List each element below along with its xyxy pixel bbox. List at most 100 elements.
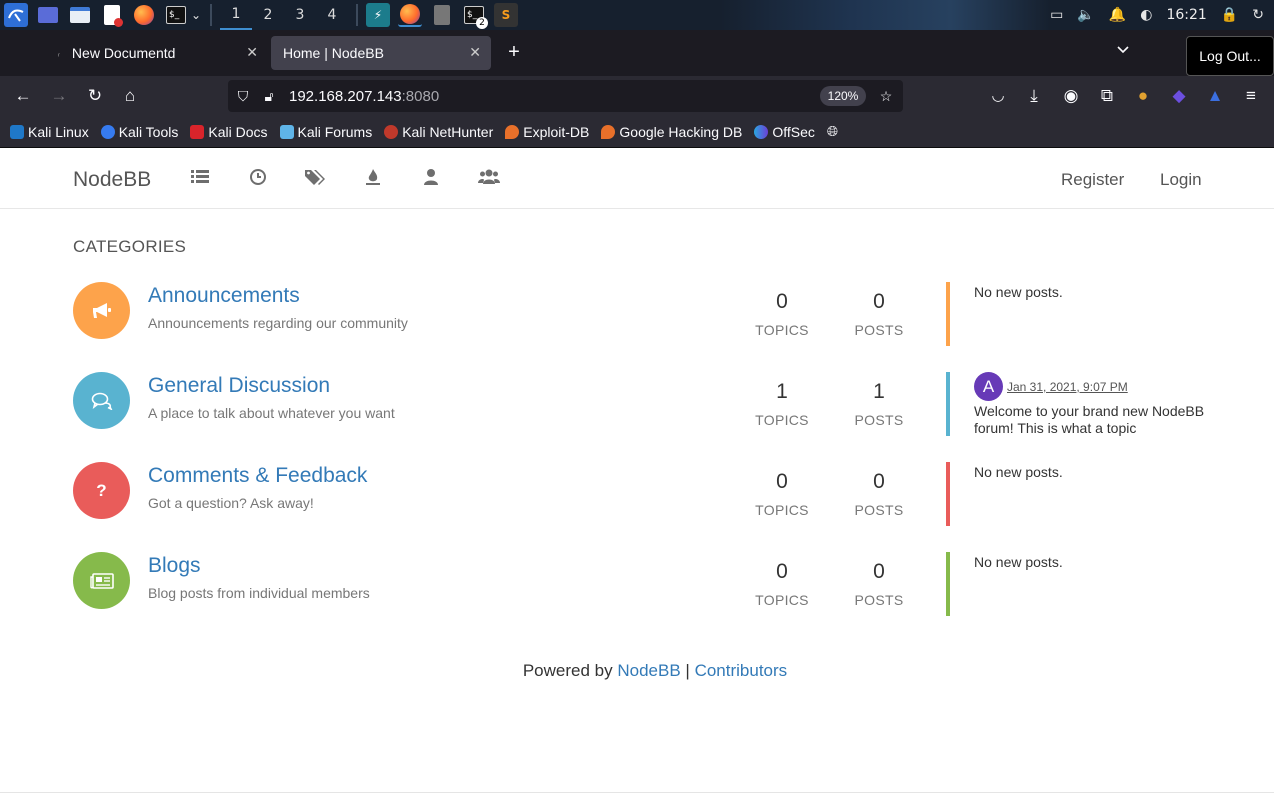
url-bar[interactable]: ⛉ 🔓︎ 192.168.207.143:8080 120% ☆	[228, 80, 903, 112]
pocket-icon[interactable]: ◡	[986, 84, 1010, 108]
forward-icon[interactable]: →	[47, 84, 71, 108]
category-title-link[interactable]: Blogs	[148, 554, 201, 578]
tab-new-document[interactable]: ᵣ New Documentd ✕	[46, 36, 268, 70]
menu-icon[interactable]: ≡	[1239, 84, 1263, 108]
workspace-3[interactable]: 3	[284, 0, 316, 30]
login-link[interactable]: Login	[1160, 170, 1202, 190]
insecure-lock-icon[interactable]: 🔓︎	[260, 87, 278, 105]
topics-stat: 0 TOPICS	[742, 560, 822, 608]
clock[interactable]: 16:21	[1166, 7, 1206, 23]
bookmark-kali-docs[interactable]: Kali Docs	[190, 124, 268, 140]
home-icon[interactable]: ⌂	[118, 84, 142, 108]
account-icon[interactable]: ◉	[1059, 84, 1083, 108]
burpsuite-icon[interactable]: ⚡	[366, 3, 390, 27]
exploit-db-icon	[505, 124, 520, 139]
tab-title: New Documentd	[71, 45, 176, 61]
bookmark-label: Kali NetHunter	[402, 123, 494, 140]
extensions-icon[interactable]: ⧉	[1095, 84, 1119, 108]
categories-list-icon[interactable]	[191, 168, 211, 188]
topics-count: 0	[776, 560, 788, 583]
bookmark-exploit-db[interactable]: Exploit-DB	[505, 124, 589, 140]
logout-icon[interactable]: ↻	[1252, 7, 1264, 23]
bookmark-offsec[interactable]: OffSec	[754, 124, 815, 140]
posts-label: POSTS	[854, 502, 904, 518]
contributors-link[interactable]: Contributors	[695, 661, 788, 680]
sublime-text-icon[interactable]: S	[494, 3, 518, 27]
category-title-link[interactable]: General Discussion	[148, 374, 330, 398]
ghdb-icon	[601, 124, 616, 139]
firefox-task-icon[interactable]	[398, 3, 422, 27]
category-row: General Discussion A place to talk about…	[73, 372, 1213, 462]
wappalyzer-extension-icon[interactable]: ◆	[1167, 84, 1191, 108]
tab-home-nodebb[interactable]: Home | NodeBB ✕	[271, 36, 491, 70]
show-desktop-icon[interactable]	[36, 3, 60, 27]
foxyproxy-extension-icon[interactable]: ▲	[1203, 84, 1227, 108]
avatar[interactable]: A	[974, 372, 1003, 401]
notification-bell-icon[interactable]: 🔔	[1109, 7, 1126, 23]
bookmark-google-hacking-db[interactable]: Google Hacking DB	[601, 124, 742, 140]
close-icon[interactable]: ✕	[469, 44, 481, 61]
teaser-content[interactable]: Welcome to your brand new NodeBB forum! …	[974, 403, 1214, 437]
star-icon[interactable]: ☆	[877, 87, 895, 105]
text-editor-icon[interactable]	[100, 3, 124, 27]
wallpaper-strip	[720, 0, 1050, 30]
tags-icon[interactable]	[305, 168, 325, 188]
power-manager-icon[interactable]: ◐	[1140, 7, 1152, 23]
recent-clock-icon[interactable]	[249, 168, 269, 188]
firefox-icon[interactable]	[132, 3, 156, 27]
bookmark-kali-forums[interactable]: Kali Forums	[279, 124, 372, 140]
posts-count: 0	[873, 560, 885, 583]
new-tab-button[interactable]: +	[502, 40, 526, 64]
bookmark-kali-nethunter[interactable]: Kali NetHunter	[384, 124, 493, 140]
kali-menu-icon[interactable]	[4, 3, 28, 27]
bookmark-kali-linux[interactable]: Kali Linux	[10, 124, 89, 140]
zoom-level-button[interactable]: 120%	[820, 86, 866, 106]
topics-label: TOPICS	[755, 502, 809, 518]
posts-stat: 0 POSTS	[839, 290, 919, 338]
reload-icon[interactable]: ↻	[83, 84, 107, 108]
bookmark-kali-tools[interactable]: Kali Tools	[100, 123, 179, 140]
nodebb-link[interactable]: NodeBB	[617, 661, 680, 680]
comments-icon[interactable]	[73, 372, 130, 429]
editor-task-icon[interactable]	[430, 3, 454, 27]
category-title-link[interactable]: Announcements	[148, 284, 300, 308]
volume-icon[interactable]: 🔈	[1077, 7, 1094, 23]
shield-icon[interactable]: ⛉	[234, 87, 252, 105]
register-link[interactable]: Register	[1061, 170, 1124, 190]
popular-fire-icon[interactable]	[365, 168, 385, 188]
terminal-icon[interactable]: $_	[164, 3, 188, 27]
lock-icon[interactable]: 🔒	[1221, 7, 1238, 23]
logout-tooltip: Log Out...	[1186, 36, 1274, 76]
download-icon[interactable]: ⤓	[1022, 84, 1046, 108]
back-icon[interactable]: ←	[11, 84, 35, 108]
users-icon[interactable]	[424, 168, 444, 188]
bullhorn-icon[interactable]	[73, 282, 130, 339]
site-brand[interactable]: NodeBB	[73, 168, 151, 192]
teaser-text: No new posts.	[974, 284, 1063, 300]
question-icon[interactable]: ?	[73, 462, 130, 519]
workspace-1[interactable]: 1	[220, 0, 252, 30]
chevron-down-icon[interactable]: ⌄	[190, 3, 202, 27]
cookie-extension-icon[interactable]: ●	[1131, 84, 1155, 108]
footer-separator: |	[685, 661, 690, 680]
tab-favicon: ᵣ	[58, 48, 60, 58]
chevron-down-icon[interactable]	[1116, 42, 1140, 66]
file-manager-icon[interactable]	[68, 3, 92, 27]
bookmark-label: Kali Tools	[118, 123, 179, 140]
topics-label: TOPICS	[755, 322, 809, 338]
category-description: Announcements regarding our community	[148, 315, 408, 331]
teaser-accent-bar	[946, 372, 950, 436]
kali-forums-icon	[279, 124, 294, 139]
category-title-link[interactable]: Comments & Feedback	[148, 464, 367, 488]
newspaper-icon[interactable]	[73, 552, 130, 609]
workspace-4[interactable]: 4	[316, 0, 348, 30]
url-text[interactable]: 192.168.207.143:8080	[289, 88, 439, 105]
display-icon[interactable]: ▭	[1050, 7, 1063, 23]
close-icon[interactable]: ✕	[246, 44, 258, 61]
workspace-2[interactable]: 2	[252, 0, 284, 30]
teaser-timestamp-link[interactable]: Jan 31, 2021, 9:07 PM	[1007, 380, 1128, 394]
groups-icon[interactable]	[478, 168, 500, 188]
terminal-task-icon[interactable]: $_ 2	[462, 3, 488, 29]
nethunter-icon	[384, 124, 399, 139]
globe-icon[interactable]: 🌐︎	[827, 123, 838, 140]
